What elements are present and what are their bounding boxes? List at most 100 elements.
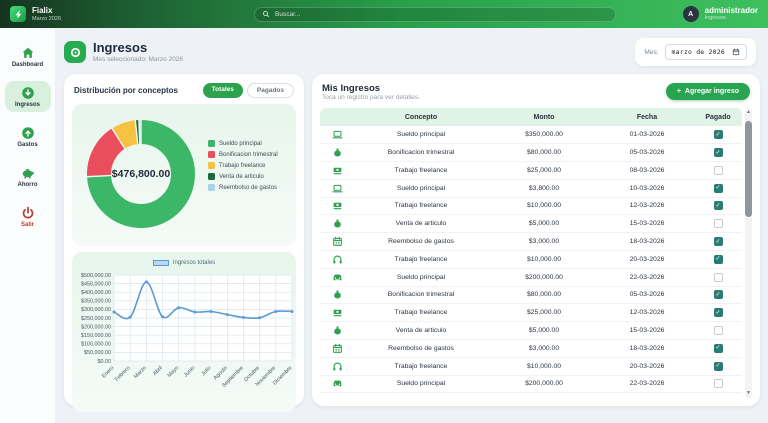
sidebar: Dashboard Ingresos Gastos Ahorro Salir	[0, 28, 56, 423]
month-label: Mes:	[644, 48, 659, 56]
table-row[interactable]: Bonificacion trimestral $80,000.00 05-03-2…	[320, 286, 742, 305]
table-row[interactable]: Trabajo freelance $10,000.00 20-03-2026 ✓	[320, 250, 742, 269]
scroll-up-icon[interactable]: ▲	[745, 110, 752, 115]
fecha-cell: 22-03-2026	[629, 273, 665, 281]
sidebar-item-ahorro[interactable]: Ahorro	[5, 161, 51, 192]
table-row[interactable]: Venta de articulo $5,000.00 15-03-2026	[320, 215, 742, 234]
monto-cell: $10,000.00	[526, 362, 562, 370]
concepto-cell: Bonificacion trimestral	[387, 291, 455, 299]
svg-text:Marzo: Marzo	[133, 365, 148, 380]
svg-text:Abril: Abril	[152, 365, 164, 377]
fecha-cell: 15-03-2026	[629, 220, 665, 228]
legend-label: Reembolso de gastos	[219, 184, 278, 191]
sidebar-item-label: Gastos	[17, 142, 38, 148]
app-period: Marzo 2026	[32, 15, 62, 22]
monto-cell: $25,000.00	[526, 309, 562, 317]
donut-card: $476,800.00 Sueldo principal Bonificacion…	[72, 104, 296, 246]
calendar-icon	[732, 48, 740, 56]
incomes-panel: Mis Ingresos Toca un registro para ver d…	[312, 74, 760, 406]
table-row[interactable]: Venta de articulo $5,000.00 15-03-2026	[320, 322, 742, 340]
table-row[interactable]: Sueldo principal $350,000.00 01-03-2026 ✓	[320, 126, 742, 145]
table-row[interactable]: Sueldo principal $200,000.00 22-03-2026	[320, 375, 742, 394]
monto-cell: $5,000.00	[528, 327, 560, 335]
topbar: Fialix Marzo 2026 Buscar... A administra…	[0, 0, 768, 28]
search-input[interactable]: Buscar...	[254, 6, 616, 22]
svg-text:$400,000.00: $400,000.00	[81, 290, 111, 296]
monto-cell: $3,800.00	[528, 184, 560, 192]
sidebar-item-salir[interactable]: Salir	[5, 201, 51, 232]
table-row[interactable]: Reembolso de gastos $3,000.00 18-03-2026 ✓	[320, 233, 742, 251]
fecha-cell: 22-03-2026	[629, 380, 665, 388]
fecha-cell: 20-03-2026	[629, 362, 665, 370]
toggle-totales[interactable]: Totales	[202, 83, 243, 98]
svg-text:$450,000.00: $450,000.00	[81, 281, 111, 287]
concepto-cell: Venta de articulo	[395, 220, 447, 228]
table-row[interactable]: Trabajo freelance $25,000.00 12-03-2026 ✓	[320, 304, 742, 323]
pagado-checkbox[interactable]: ✓	[713, 130, 723, 140]
monto-cell: $5,000.00	[528, 220, 560, 228]
toggle-pagados[interactable]: Pagados	[246, 83, 294, 98]
fecha-cell: 08-03-2026	[629, 166, 665, 174]
column-header-concepto: Concepto	[404, 113, 438, 121]
table-row[interactable]: Reembolso de gastos $3,000.00 18-03-2026 ✓	[320, 339, 742, 358]
app-title: Fialix	[32, 6, 53, 16]
svg-text:Mayo: Mayo	[167, 365, 181, 379]
svg-text:$500,000.00: $500,000.00	[81, 273, 111, 279]
pagado-cell: ✓	[694, 254, 742, 264]
monto-cell: $10,000.00	[526, 255, 562, 263]
pagado-checkbox[interactable]: ✓	[713, 148, 723, 158]
pagado-checkbox[interactable]: ✓	[713, 308, 723, 318]
table-scrollbar[interactable]: ▲ ▼	[745, 108, 752, 398]
fecha-cell: 12-03-2026	[629, 202, 665, 210]
legend-item: Reembolso de gastos	[208, 184, 278, 191]
monto-cell: $80,000.00	[526, 149, 562, 157]
moneybag-icon	[320, 325, 354, 336]
moneybag-icon	[320, 147, 354, 158]
sidebar-item-dashboard[interactable]: Dashboard	[5, 41, 51, 72]
sidebar-item-label: Salir	[20, 222, 34, 228]
pagado-checkbox[interactable]	[713, 379, 723, 389]
user-name: administrador	[704, 5, 758, 15]
month-input[interactable]: marzo de 2026	[664, 44, 747, 60]
plus-icon: +	[676, 88, 681, 95]
table-row[interactable]: Trabajo freelance $10,000.00 20-03-2026 ✓	[320, 357, 742, 376]
monto-cell: $3,000.00	[528, 238, 560, 246]
pagado-checkbox[interactable]: ✓	[713, 183, 723, 193]
scroll-down-icon[interactable]: ▼	[745, 391, 752, 396]
table-row[interactable]: Sueldo principal $3,800.00 10-03-2026 ✓	[320, 179, 742, 198]
table-row[interactable]: Bonificacion trimestral $80,000.00 05-03-2…	[320, 144, 742, 162]
donut-total: $476,800.00	[111, 168, 171, 180]
pagado-checkbox[interactable]	[713, 326, 723, 336]
add-income-button[interactable]: + Agregar ingreso	[665, 83, 750, 100]
fecha-cell: 20-03-2026	[629, 255, 665, 263]
search-placeholder: Buscar...	[275, 10, 301, 18]
sidebar-item-ingresos[interactable]: Ingresos	[4, 81, 51, 112]
pagado-checkbox[interactable]: ✓	[713, 201, 723, 211]
app-logo-icon	[10, 6, 26, 22]
monto-cell: $200,000.00	[525, 273, 563, 281]
pagado-checkbox[interactable]: ✓	[713, 343, 723, 353]
user-menu[interactable]: A administrador Ingresos	[682, 5, 758, 22]
table-row[interactable]: Trabajo freelance $25,000.00 08-03-2026	[320, 161, 742, 180]
table-row[interactable]: Sueldo principal $200,000.00 22-03-2026	[320, 268, 742, 287]
svg-text:$50,000.00: $50,000.00	[84, 350, 111, 356]
pagado-checkbox[interactable]	[713, 219, 723, 229]
sidebar-item-gastos[interactable]: Gastos	[5, 121, 51, 152]
concepto-cell: Trabajo freelance	[394, 255, 448, 263]
svg-text:Enero: Enero	[101, 365, 115, 379]
pagado-checkbox[interactable]: ✓	[713, 254, 723, 264]
line-legend-label: Ingresos totales	[172, 259, 216, 266]
pagado-checkbox[interactable]: ✓	[713, 237, 723, 247]
pagado-checkbox[interactable]	[713, 272, 723, 282]
concepto-cell: Trabajo freelance	[394, 309, 448, 317]
legend-swatch	[208, 151, 215, 158]
pagado-checkbox[interactable]: ✓	[713, 361, 723, 371]
pagado-checkbox[interactable]: ✓	[713, 290, 723, 300]
pagado-checkbox[interactable]	[713, 165, 723, 175]
column-header-pagado: Pagado	[705, 113, 731, 121]
table-row[interactable]: Trabajo freelance $10,000.00 12-03-2026 ✓	[320, 197, 742, 216]
legend-item: Bonificacion trimestral	[208, 151, 278, 158]
scrollbar-thumb[interactable]	[745, 121, 752, 218]
fecha-cell: 01-03-2026	[629, 131, 665, 139]
svg-text:Junio: Junio	[183, 365, 196, 378]
